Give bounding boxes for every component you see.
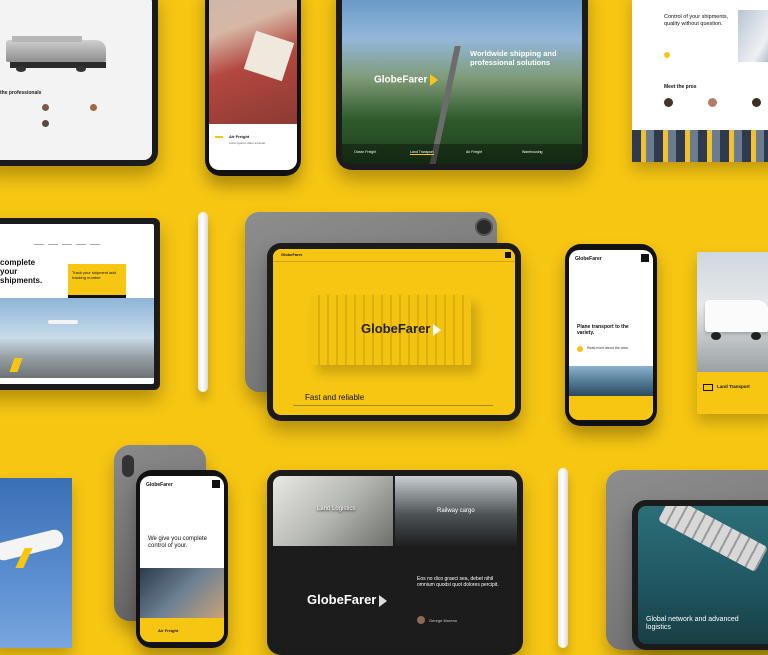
- stylus-pencil: [198, 212, 208, 392]
- stylus-pencil: [558, 468, 568, 648]
- laptop-track-screen: complete your shipments. Track your ship…: [0, 224, 154, 384]
- tile-land[interactable]: Land Logistics: [273, 476, 393, 546]
- paper-land-transport: Land Transport: [697, 252, 768, 414]
- phone-air-freight: Air Freight Lorem ipsum dolor sit amet: [205, 0, 301, 176]
- airport-photo: [0, 298, 154, 378]
- nav-ocean[interactable]: Ocean Freight: [354, 150, 376, 154]
- phone-bottom-screen: GlobeFarer We give you complete control …: [140, 476, 224, 642]
- office-photo: [140, 568, 224, 618]
- phone-air-screen: Air Freight Lorem ipsum dolor sit amet: [209, 0, 297, 170]
- train-heading: the professionals: [0, 90, 42, 96]
- nav-warehousing[interactable]: Warehousing: [522, 150, 543, 154]
- phone-center-card: Read more about the area: [587, 346, 628, 350]
- photo-warehouse: [738, 10, 768, 62]
- port-photo: [569, 366, 653, 396]
- hero-brand: GlobeFarer: [374, 74, 439, 86]
- track-heading: complete your shipments.: [0, 258, 43, 286]
- avatar: [708, 98, 717, 107]
- phone-bottom-label: Air Freight: [158, 628, 179, 633]
- phone-center-screen: GlobeFarer Plane transport to the variet…: [569, 250, 653, 420]
- phone-air-label: Air Freight: [229, 134, 250, 139]
- tablet-hero: GlobeFarer Worldwide shipping and profes…: [336, 0, 588, 170]
- phone-bottom-brand: GlobeFarer: [146, 482, 173, 488]
- avatar: [42, 104, 49, 111]
- top-bar: GlobeFarer: [273, 249, 515, 262]
- tablet-ship: Global network and advanced logistics: [632, 500, 768, 650]
- center-brand: GlobeFarer: [281, 252, 303, 257]
- quote-text: Eos no dico graeci sea, debet nihil omni…: [417, 576, 499, 589]
- hero-nav: Ocean Freight Land Transport Air Freight…: [342, 144, 582, 164]
- nav-air[interactable]: Air Freight: [466, 150, 482, 154]
- nav-land[interactable]: Land Transport: [410, 150, 434, 155]
- paper-top-right: Control of your shipments, quality witho…: [632, 0, 768, 162]
- paper-plane: [0, 478, 72, 648]
- pros-heading: Meet the pros: [664, 84, 697, 90]
- bottom-brand: GlobeFarer: [307, 592, 388, 607]
- chevron-logo-icon: [430, 74, 439, 86]
- photo-containers: [632, 130, 768, 162]
- phone-center: GlobeFarer Plane transport to the variet…: [565, 244, 657, 426]
- avatar: [42, 120, 49, 127]
- tile-railway[interactable]: Railway cargo: [395, 476, 517, 546]
- tablet-center: GlobeFarer GlobeFarer Fast and reliable: [267, 243, 521, 421]
- van-photo: [697, 252, 768, 372]
- laptop-train: the professionals: [0, 0, 158, 166]
- hero-headline: Worldwide shipping and professional solu…: [470, 49, 557, 67]
- top-nav[interactable]: [34, 232, 104, 250]
- plane-icon: [215, 136, 223, 138]
- phone-bottom-headline: We give you complete control of your.: [148, 536, 207, 550]
- ship-image: [657, 506, 768, 573]
- menu-icon[interactable]: [505, 252, 511, 258]
- phone-center-headline: Plane transport to the variety.: [577, 324, 629, 336]
- phone-bottom: GlobeFarer We give you complete control …: [136, 470, 228, 648]
- center-tagline: Fast and reliable: [305, 393, 365, 402]
- land-label: Land Transport: [717, 384, 750, 389]
- phone-center-brand: GlobeFarer: [575, 256, 602, 262]
- pager[interactable]: [293, 405, 493, 406]
- plane-image: [0, 527, 66, 563]
- plane-image: [48, 320, 78, 324]
- arrow-icon[interactable]: [577, 346, 583, 352]
- arrow-icon[interactable]: [664, 52, 670, 58]
- avatar: [417, 616, 425, 624]
- tablet-hero-screen: GlobeFarer Worldwide shipping and profes…: [342, 0, 582, 164]
- quote-author: George Moreno: [429, 618, 458, 623]
- avatar: [90, 104, 97, 111]
- avatar: [664, 98, 673, 107]
- phone-center-footer: [569, 396, 653, 420]
- tablet-bottom: Land Logistics Railway cargo GlobeFarer …: [267, 470, 523, 655]
- tablet-center-screen: GlobeFarer GlobeFarer Fast and reliable: [273, 249, 515, 415]
- laptop-train-screen: the professionals: [0, 0, 152, 160]
- laptop-track: complete your shipments. Track your ship…: [0, 218, 160, 390]
- tablet-ship-screen: Global network and advanced logistics: [638, 506, 768, 644]
- truck-icon: [703, 384, 713, 391]
- menu-icon[interactable]: [212, 480, 220, 488]
- menu-icon[interactable]: [641, 254, 649, 262]
- container-brand: GlobeFarer: [361, 321, 442, 336]
- tablet-bottom-screen: Land Logistics Railway cargo GlobeFarer …: [273, 476, 517, 649]
- train-image: [6, 32, 116, 72]
- avatar: [752, 98, 761, 107]
- ship-headline: Global network and advanced logistics: [646, 616, 739, 632]
- shipping-container: GlobeFarer: [311, 295, 471, 365]
- paper-heading: Control of your shipments, quality witho…: [664, 14, 729, 27]
